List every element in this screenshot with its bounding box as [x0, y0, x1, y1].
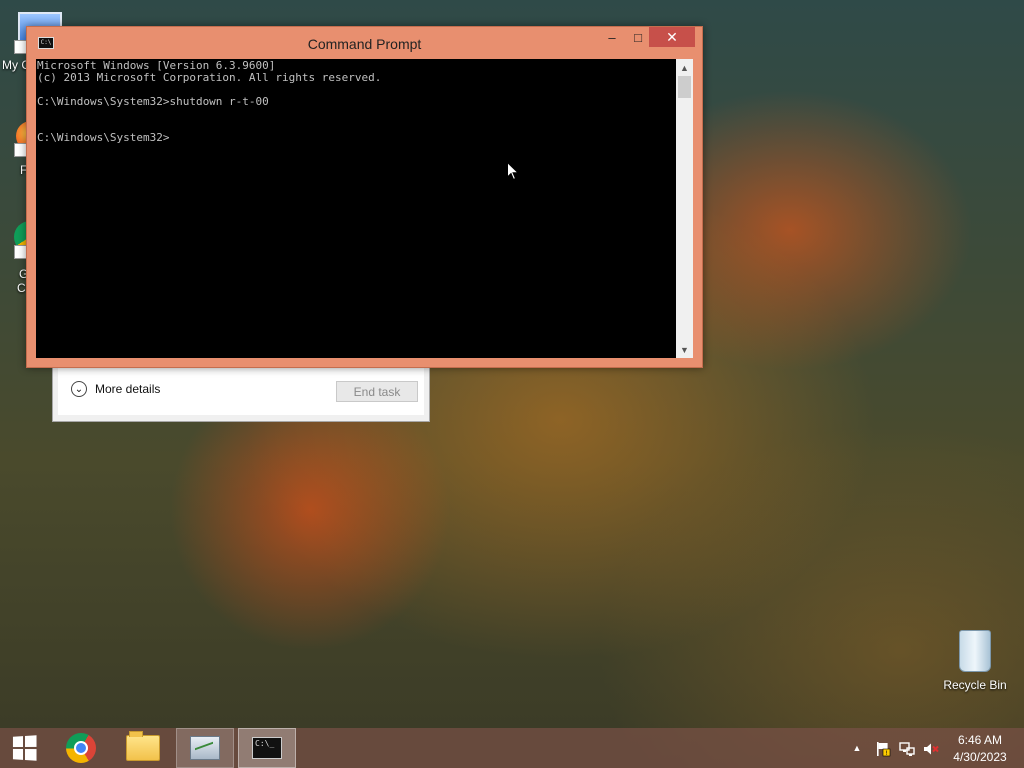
chevron-down-icon: ⌄ [71, 381, 87, 397]
console-line: (c) 2013 Microsoft Corporation. All righ… [37, 71, 382, 84]
show-hidden-icons-chevron-up-icon[interactable]: ▲ [850, 740, 864, 756]
recycle-bin-icon [959, 630, 991, 672]
more-details-button[interactable]: ⌄ More details [71, 381, 160, 397]
close-button[interactable]: ✕ [649, 27, 695, 47]
recycle-bin-label: Recycle Bin [943, 678, 1007, 692]
taskbar-command-prompt-button[interactable]: C:\_ [238, 728, 296, 768]
scroll-thumb[interactable] [678, 76, 691, 98]
desktop-icon-label-line2: C [17, 281, 26, 295]
console-output[interactable]: Microsoft Windows [Version 6.3.9600] (c)… [36, 59, 676, 358]
vertical-scrollbar[interactable]: ▲ ▼ [676, 59, 693, 358]
console-line: C:\Windows\System32> [37, 131, 170, 144]
scroll-up-arrow-icon[interactable]: ▲ [676, 59, 693, 76]
more-details-label: More details [95, 382, 161, 396]
volume-muted-icon[interactable] [922, 740, 940, 758]
clock-date: 4/30/2023 [953, 750, 1007, 764]
action-center-flag-icon[interactable]: ! [874, 740, 892, 758]
scroll-down-arrow-icon[interactable]: ▼ [676, 341, 693, 358]
command-prompt-window[interactable]: C:\ Command Prompt – □ ✕ Microsoft Windo… [26, 26, 703, 368]
console-text: Microsoft Windows [Version 6.3.9600] (c)… [36, 59, 676, 144]
console-line: C:\Windows\System32>shutdown r-t-00 [37, 95, 269, 108]
title-bar[interactable]: C:\ Command Prompt – □ ✕ [27, 27, 702, 59]
minimize-button[interactable]: – [599, 27, 625, 47]
task-manager-body: ⌄ More details End task [58, 363, 424, 415]
folder-icon [126, 731, 160, 761]
svg-text:!: ! [885, 750, 887, 757]
windows-logo-icon [12, 735, 37, 761]
system-clock[interactable]: 6:46 AM 4/30/2023 [944, 732, 1016, 766]
taskbar-file-explorer-button[interactable] [114, 728, 172, 768]
performance-monitor-icon [190, 736, 220, 760]
end-task-button[interactable]: End task [336, 381, 418, 402]
start-button[interactable] [0, 728, 48, 768]
network-icon[interactable] [898, 740, 916, 758]
task-manager-window: ⌄ More details End task [52, 362, 430, 422]
taskbar-task-manager-button[interactable] [176, 728, 234, 768]
maximize-button[interactable]: □ [625, 27, 651, 47]
clock-time: 6:46 AM [957, 733, 1003, 747]
taskbar-chrome-button[interactable] [52, 728, 110, 768]
cmd-icon: C:\_ [252, 737, 282, 759]
taskbar: C:\_ [0, 728, 1024, 768]
desktop-icon-recycle-bin[interactable]: Recycle Bin [940, 630, 1010, 692]
mouse-cursor-icon [507, 162, 519, 181]
chrome-icon [66, 733, 96, 763]
